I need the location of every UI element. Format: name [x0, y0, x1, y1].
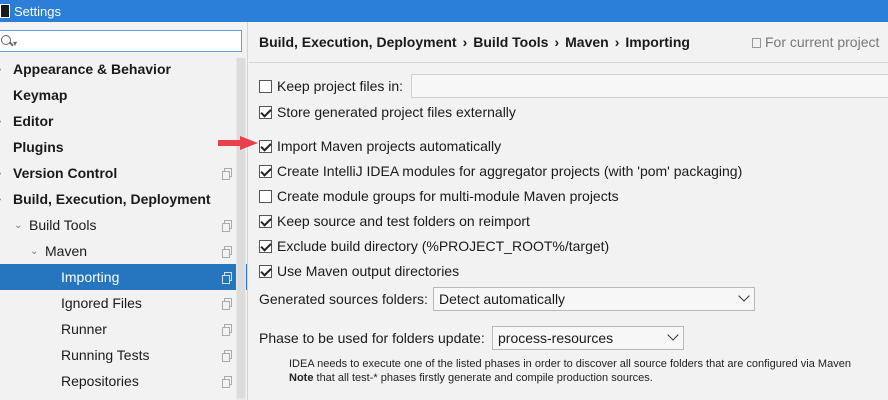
- tree-item-label: Importing: [61, 269, 120, 285]
- option-checkbox[interactable]: [259, 139, 272, 153]
- chevron-down-icon[interactable]: ⌄: [14, 220, 22, 231]
- tree-item-label: Plugins: [13, 139, 64, 155]
- option-label[interactable]: Keep source and test folders on reimport: [277, 213, 530, 229]
- tree-item[interactable]: › Build, Execution, Deployment: [0, 186, 247, 212]
- project-scope-icon: [222, 272, 232, 284]
- tree-item[interactable]: Keymap: [0, 82, 247, 108]
- option-checkbox[interactable]: [259, 79, 272, 93]
- option-row[interactable]: Keep project files in:: [259, 76, 403, 96]
- sidebar-scrollbar[interactable]: [236, 58, 246, 400]
- tree-item[interactable]: ⌄ Build Tools: [0, 212, 247, 238]
- search-input[interactable]: [17, 32, 241, 50]
- project-scope-icon: [222, 324, 232, 336]
- breadcrumb-item[interactable]: Maven: [565, 34, 609, 50]
- tree-item[interactable]: Running Tests: [0, 342, 247, 368]
- tree-item-label: Runner: [61, 321, 107, 337]
- chevron-right-icon[interactable]: ›: [0, 64, 1, 75]
- title-bar: Settings: [0, 0, 888, 22]
- option-row[interactable]: Keep source and test folders on reimport: [259, 211, 530, 231]
- tree-item-label: Repositories: [61, 373, 139, 389]
- tree-item-label: Keymap: [13, 87, 68, 103]
- scrollbar-thumb[interactable]: [237, 58, 245, 398]
- red-arrow-annotation: [218, 136, 258, 150]
- app-icon: [0, 4, 10, 18]
- search-icon[interactable]: [1, 34, 15, 48]
- option-label[interactable]: Import Maven projects automatically: [277, 138, 501, 154]
- breadcrumb-separator: ›: [614, 34, 620, 50]
- tree-item[interactable]: Runner: [0, 316, 247, 342]
- tree-item-label: Appearance & Behavior: [13, 61, 171, 77]
- chevron-down-icon: [667, 329, 679, 341]
- tree-item[interactable]: ⌄ Maven: [0, 238, 247, 264]
- option-label[interactable]: Store generated project files externally: [277, 104, 516, 120]
- window-title: Settings: [14, 3, 61, 19]
- option-row[interactable]: Exclude build directory (%PROJECT_ROOT%/…: [259, 236, 609, 256]
- phase-note-line2: Note that all test-* phases firstly gene…: [289, 372, 653, 384]
- settings-content: Build, Execution, Deployment › Build Tools…: [249, 22, 888, 400]
- tree-item[interactable]: › Appearance & Behavior: [0, 56, 247, 82]
- breadcrumb-item[interactable]: Importing: [625, 34, 690, 50]
- option-row[interactable]: Use Maven output directories: [259, 261, 459, 281]
- chevron-down-icon: [738, 290, 750, 302]
- tree-item[interactable]: › Version Control: [0, 160, 247, 186]
- option-row[interactable]: Import Maven projects automatically: [259, 136, 501, 156]
- breadcrumb-item[interactable]: Build Tools: [473, 34, 548, 50]
- phase-note-line1: IDEA needs to execute one of the listed …: [289, 358, 851, 370]
- tree-item-label: Version Control: [13, 165, 118, 181]
- tree-item[interactable]: › Editor: [0, 108, 247, 134]
- option-label[interactable]: Create IntelliJ IDEA modules for aggrega…: [277, 163, 742, 179]
- option-row[interactable]: Create IntelliJ IDEA modules for aggrega…: [259, 161, 742, 181]
- project-icon: [752, 38, 761, 48]
- option-label[interactable]: Keep project files in:: [277, 78, 403, 94]
- breadcrumb-item[interactable]: Build, Execution, Deployment: [259, 34, 457, 50]
- breadcrumb-separator: ›: [554, 34, 560, 50]
- tree-item[interactable]: Plugins: [0, 134, 247, 160]
- generated-sources-select[interactable]: Detect automatically: [433, 287, 755, 311]
- project-scope-icon: [222, 168, 232, 180]
- option-checkbox[interactable]: [259, 264, 272, 278]
- option-checkbox[interactable]: [259, 164, 272, 178]
- project-scope-icon: [222, 298, 232, 310]
- chevron-right-icon[interactable]: ›: [0, 194, 1, 205]
- tree-item[interactable]: Ignored Files: [0, 290, 247, 316]
- chevron-right-icon[interactable]: ›: [0, 168, 1, 179]
- tree-item-label: Build, Execution, Deployment: [13, 191, 211, 207]
- tree-item-label: Ignored Files: [61, 295, 142, 311]
- phase-row: Phase to be used for folders update:: [259, 328, 485, 348]
- chevron-down-icon[interactable]: ⌄: [30, 246, 38, 257]
- option-checkbox[interactable]: [259, 189, 272, 203]
- breadcrumb: Build, Execution, Deployment › Build Tools…: [259, 34, 690, 50]
- divider: [249, 62, 888, 63]
- settings-tree: › Appearance & Behavior Keymap › Editor Plugi…: [0, 56, 247, 394]
- option-row[interactable]: Store generated project files externally: [259, 102, 516, 122]
- tree-item-label: Editor: [13, 113, 54, 129]
- option-label[interactable]: Exclude build directory (%PROJECT_ROOT%/…: [277, 238, 609, 254]
- option-label[interactable]: Use Maven output directories: [277, 263, 459, 279]
- generated-sources-row: Generated sources folders:: [259, 289, 428, 309]
- option-checkbox[interactable]: [259, 214, 272, 228]
- option-checkbox[interactable]: [259, 239, 272, 253]
- project-scope-icon: [222, 350, 232, 362]
- project-scope-icon: [222, 220, 232, 232]
- chevron-right-icon[interactable]: ›: [0, 116, 1, 127]
- tree-item[interactable]: Importing: [0, 264, 247, 290]
- breadcrumb-separator: ›: [462, 34, 468, 50]
- generated-sources-label: Generated sources folders:: [259, 291, 428, 307]
- option-row[interactable]: Create module groups for multi-module Ma…: [259, 186, 619, 206]
- project-scope-icon: [222, 376, 232, 388]
- phase-label: Phase to be used for folders update:: [259, 330, 485, 346]
- option-label[interactable]: Create module groups for multi-module Ma…: [277, 188, 619, 204]
- settings-search[interactable]: ▾: [0, 30, 242, 52]
- option-checkbox[interactable]: [259, 105, 272, 119]
- project-scope-icon: [222, 246, 232, 258]
- tree-item[interactable]: Repositories: [0, 368, 247, 394]
- tree-item-label: Build Tools: [29, 217, 97, 233]
- for-current-project: For current project: [752, 34, 879, 50]
- project-files-path-field[interactable]: [411, 74, 888, 98]
- tree-item-label: Maven: [45, 243, 88, 259]
- tree-item-label: Running Tests: [61, 347, 150, 363]
- settings-sidebar: ▾ › Appearance & Behavior Keymap › Editor Plu…: [0, 22, 248, 400]
- phase-select[interactable]: process-resources: [492, 326, 684, 350]
